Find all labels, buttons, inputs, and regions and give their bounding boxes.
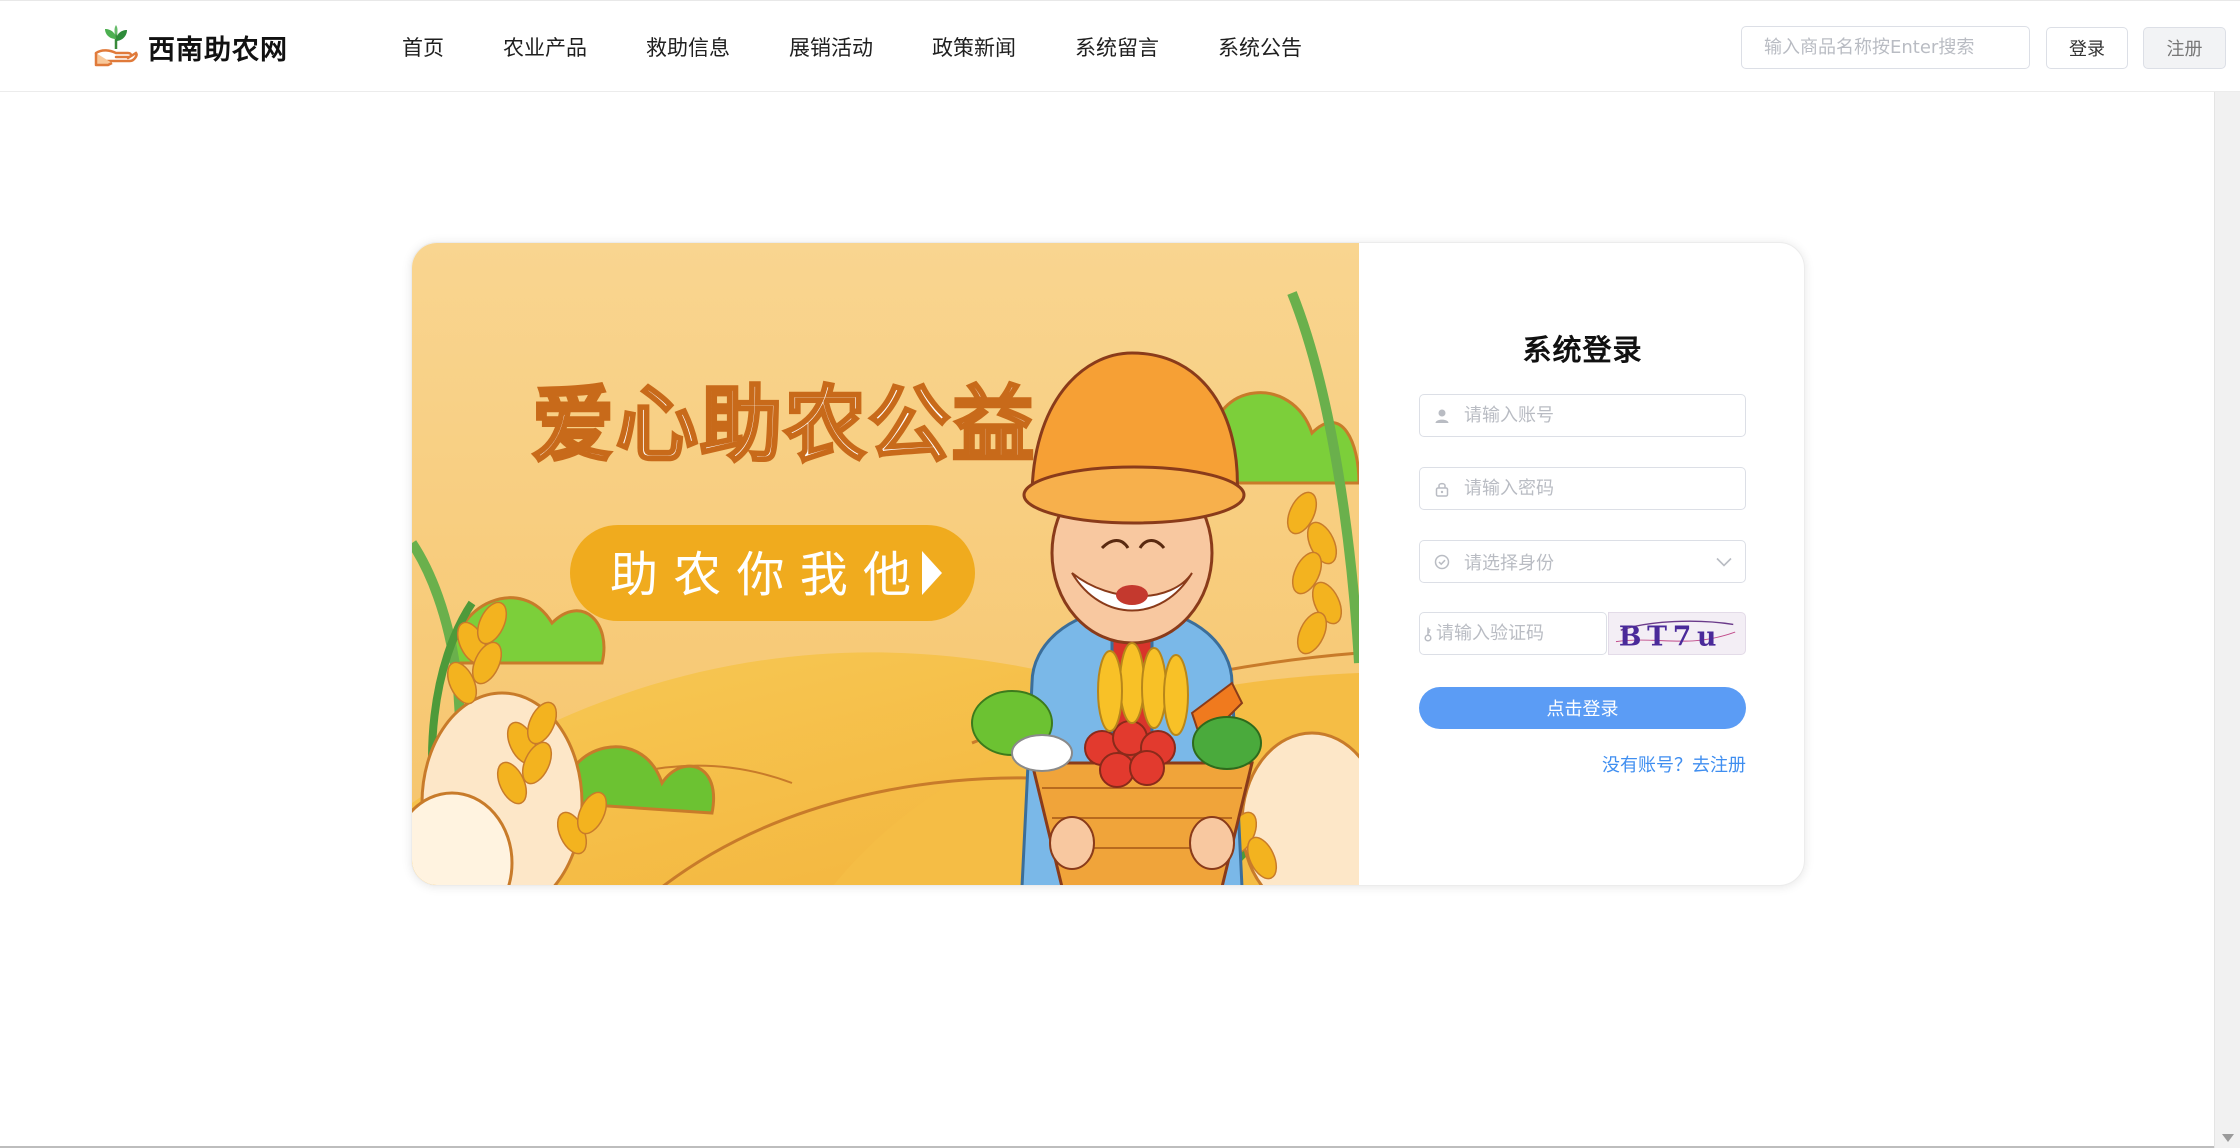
login-card: 爱心助农公益 助 农 你 我 他 系统登录 请选择身份 (411, 242, 1805, 886)
captcha-field (1419, 612, 1661, 655)
banner-cta[interactable]: 助 农 你 我 他 (570, 525, 975, 621)
nav-item-policy-news[interactable]: 政策新闻 (932, 32, 1016, 62)
account-input[interactable] (1464, 396, 1745, 435)
top-navbar: 西南助农网 首页 农业产品 救助信息 展销活动 政策新闻 系统留言 系统公告 登… (0, 0, 2240, 92)
nav-item-home[interactable]: 首页 (402, 32, 444, 62)
password-input[interactable] (1464, 469, 1745, 508)
main-nav: 首页 农业产品 救助信息 展销活动 政策新闻 系统留言 系统公告 (402, 23, 1302, 71)
captcha-text: BT7u (1619, 621, 1722, 652)
login-button[interactable]: 登录 (2046, 27, 2128, 69)
key-icon (1420, 613, 1436, 654)
nav-item-products[interactable]: 农业产品 (503, 32, 587, 62)
check-circle-icon (1420, 541, 1464, 582)
scroll-down-arrow-icon[interactable] (2222, 1134, 2234, 1142)
nav-item-relief[interactable]: 救助信息 (646, 32, 730, 62)
role-select-placeholder: 请选择身份 (1464, 552, 1554, 574)
chevron-down-icon (1703, 557, 1745, 567)
brand[interactable]: 西南助农网 (92, 23, 288, 71)
user-icon (1420, 395, 1464, 436)
password-field (1419, 467, 1746, 510)
role-select[interactable]: 请选择身份 (1419, 540, 1746, 583)
login-form-panel: 系统登录 请选择身份 (1359, 243, 1804, 885)
page-scrollbar[interactable] (2214, 92, 2240, 1148)
banner-cta-text: 助 农 你 我 他 (610, 547, 911, 603)
register-button[interactable]: 注册 (2143, 27, 2226, 69)
nav-item-exhibitions[interactable]: 展销活动 (789, 32, 873, 62)
lock-icon (1420, 468, 1464, 509)
nav-item-announcements[interactable]: 系统公告 (1218, 32, 1302, 62)
brand-logo-icon (94, 25, 138, 67)
charity-banner-illustration: 爱心助农公益 助 农 你 我 他 (412, 243, 1359, 885)
go-register-link[interactable]: 没有账号？去注册 (1602, 751, 1746, 777)
captcha-image[interactable]: BT7u (1608, 612, 1746, 655)
brand-name: 西南助农网 (148, 34, 288, 66)
login-form-title: 系统登录 (1522, 333, 1643, 367)
account-field (1419, 394, 1746, 437)
nav-item-messages[interactable]: 系统留言 (1075, 32, 1159, 62)
product-search-input[interactable] (1741, 26, 2030, 69)
submit-login-button[interactable]: 点击登录 (1419, 687, 1746, 729)
banner-headline: 爱心助农公益 (532, 378, 1036, 473)
